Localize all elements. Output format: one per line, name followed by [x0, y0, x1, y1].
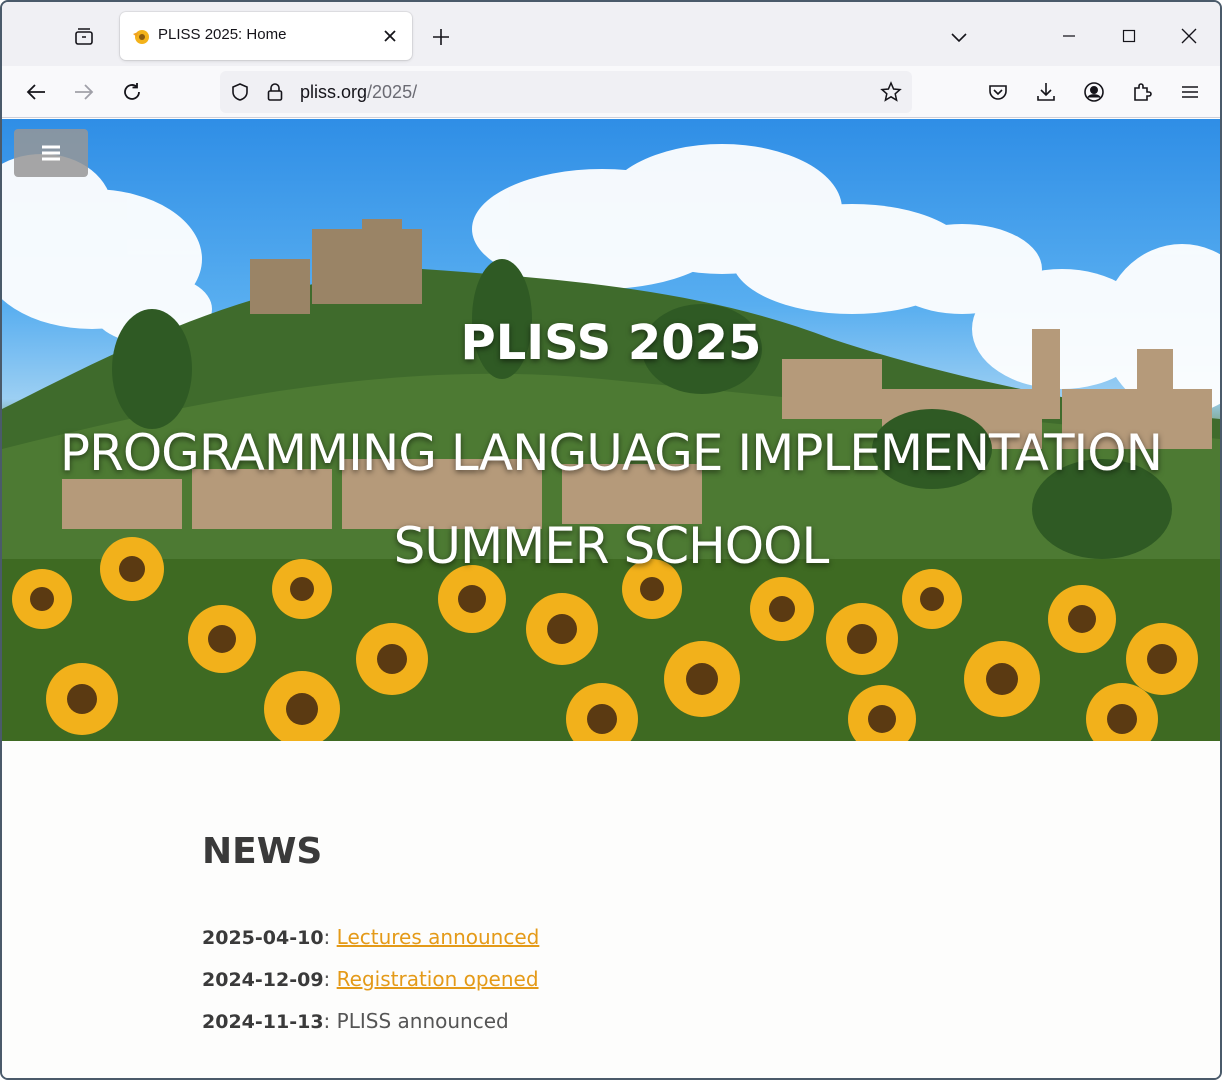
- news-separator: :: [323, 1009, 337, 1033]
- url-path: /2025/: [367, 82, 418, 102]
- url-text[interactable]: pliss.org/2025/: [300, 82, 417, 103]
- pliss-favicon-icon: [133, 30, 149, 44]
- news-list: 2025-04-10: Lectures announced 2024-12-0…: [202, 925, 539, 1051]
- news-text: PLISS announced: [336, 1009, 509, 1033]
- site-menu-button[interactable]: [14, 129, 88, 177]
- hamburger-icon: [1182, 86, 1198, 98]
- close-icon: [1181, 28, 1197, 44]
- shield-icon[interactable]: [230, 82, 250, 102]
- reload-button[interactable]: [116, 76, 148, 108]
- arrow-right-icon: [75, 84, 94, 100]
- browser-window: PLISS 2025: Home pliss.org/2025/ PLISS 2…: [0, 0, 1222, 1080]
- navigation-toolbar: pliss.org/2025/: [2, 66, 1220, 118]
- minimize-button[interactable]: [1046, 14, 1092, 58]
- tab-title: PLISS 2025: Home: [158, 26, 287, 43]
- downloads-button[interactable]: [1030, 76, 1062, 108]
- arrow-left-icon: [26, 84, 45, 100]
- minimize-icon: [1063, 35, 1075, 37]
- tab-pliss-home[interactable]: PLISS 2025: Home: [120, 12, 412, 60]
- star-icon[interactable]: [880, 81, 902, 103]
- close-icon: [384, 30, 396, 42]
- new-tab-button[interactable]: [426, 22, 456, 52]
- reload-icon: [124, 83, 140, 100]
- hero-subtitle-line-1: PROGRAMMING LANGUAGE IMPLEMENTATION: [59, 424, 1163, 482]
- pocket-icon: [989, 85, 1007, 100]
- pocket-button[interactable]: [982, 76, 1014, 108]
- plus-icon: [433, 29, 449, 45]
- news-date: 2025-04-10: [202, 927, 324, 949]
- news-link-lectures[interactable]: Lectures announced: [337, 925, 540, 949]
- news-link-registration[interactable]: Registration opened: [337, 967, 539, 991]
- news-separator: :: [323, 925, 337, 949]
- puzzle-icon: [1134, 83, 1152, 101]
- account-icon: [1084, 82, 1104, 102]
- maximize-button[interactable]: [1106, 14, 1152, 58]
- hero-subtitle-line-2: SUMMER SCHOOL: [393, 517, 830, 575]
- tab-close-button[interactable]: [378, 24, 402, 48]
- hamburger-icon: [42, 145, 60, 161]
- account-button[interactable]: [1078, 76, 1110, 108]
- news-date: 2024-11-13: [202, 1011, 324, 1033]
- tab-list-icon: [75, 28, 93, 45]
- news-date: 2024-12-09: [202, 969, 324, 991]
- app-menu-button[interactable]: [1174, 76, 1206, 108]
- news-item: 2024-12-09: Registration opened: [202, 967, 539, 1009]
- news-heading: NEWS: [202, 831, 323, 872]
- download-icon: [1037, 83, 1055, 101]
- url-host: pliss.org: [300, 82, 368, 102]
- maximize-icon: [1122, 29, 1136, 43]
- news-separator: :: [323, 967, 337, 991]
- main-content: NEWS 2025-04-10: Lectures announced 2024…: [2, 741, 1220, 1078]
- extensions-button[interactable]: [1126, 76, 1158, 108]
- hero-banner: PLISS 2025 PROGRAMMING LANGUAGE IMPLEMEN…: [2, 119, 1220, 741]
- address-bar[interactable]: pliss.org/2025/: [220, 71, 912, 113]
- window-close-button[interactable]: [1166, 14, 1212, 58]
- tab-list-button[interactable]: [66, 20, 102, 54]
- news-item: 2024-11-13: PLISS announced: [202, 1009, 539, 1051]
- news-item: 2025-04-10: Lectures announced: [202, 925, 539, 967]
- back-button[interactable]: [20, 76, 52, 108]
- forward-button[interactable]: [68, 76, 100, 108]
- list-all-tabs-button[interactable]: [944, 22, 974, 52]
- tab-strip: PLISS 2025: Home: [2, 2, 1220, 66]
- lock-icon[interactable]: [266, 82, 284, 102]
- chevron-down-icon: [951, 33, 967, 43]
- hero-title: PLISS 2025: [460, 315, 762, 371]
